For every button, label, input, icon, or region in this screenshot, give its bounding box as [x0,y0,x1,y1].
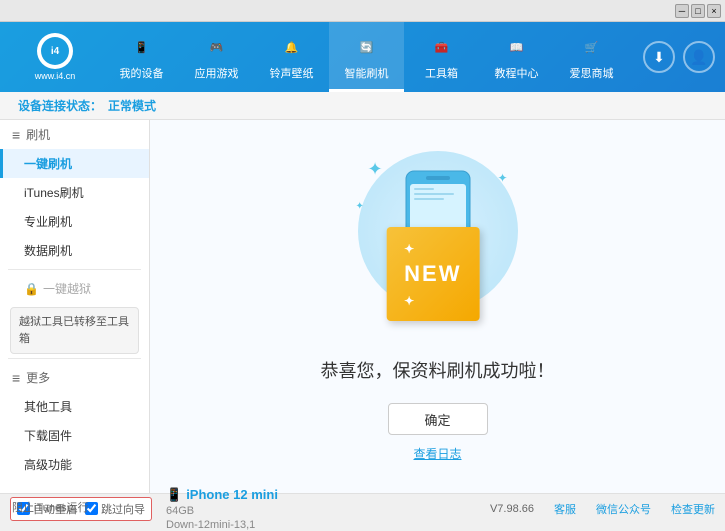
nav-label-mall: 爱思商城 [570,65,614,81]
status-value: 正常模式 [108,97,156,114]
lock-icon: 🔒 [24,282,39,296]
nav-icon-toolbox: 🧰 [428,33,456,61]
flash-icon: ≡ [12,127,20,143]
nav-label-wallpaper: 铃声壁纸 [270,65,314,81]
nav-label-app-game: 应用游戏 [195,65,239,81]
nav-icon-my-device: 📱 [128,33,156,61]
customer-service-link[interactable]: 客服 [554,501,576,517]
device-model: Down-12mini-13,1 [166,519,278,531]
version-text: V7.98.66 [490,503,534,515]
nav-icon-smart-flash: 🔄 [353,33,381,61]
nav-icon-app-game: 🎮 [203,33,231,61]
header: i4 www.i4.cn 📱 我的设备 🎮 应用游戏 🔔 铃声壁纸 🔄 智能刷机… [0,22,725,92]
more-section-label: 更多 [26,369,50,386]
jailbreak-info-text: 越狱工具已转移至工具箱 [19,316,129,345]
more-icon: ≡ [12,370,20,386]
nav-label-smart-flash: 智能刷机 [345,65,389,81]
jailbreak-label: 一键越狱 [43,280,91,297]
device-info-area: 📱 iPhone 12 mini 64GB Down-12mini-13,1 [166,487,278,531]
confirm-label: 确定 [424,410,450,429]
nav-icon-tutorial: 📖 [503,33,531,61]
window-controls[interactable]: ─ □ × [675,4,721,18]
new-badge: NEW [386,227,479,321]
confirm-button[interactable]: 确定 [388,403,488,435]
sidebar-item-one-click-flash[interactable]: 一键刷机 [0,149,149,178]
nav-label-tutorial: 教程中心 [495,65,539,81]
nav-item-my-device[interactable]: 📱 我的设备 [104,22,179,92]
nav-item-tutorial[interactable]: 📖 教程中心 [479,22,554,92]
nav-label-toolbox: 工具箱 [425,65,458,81]
phone-illustration: ✦ ✦ ✦ [348,151,528,341]
check-update-link[interactable]: 检查更新 [671,501,715,517]
sparkle-2: ✦ [497,171,507,185]
skip-wizard-label: 跳过向导 [101,501,145,517]
itunes-status: 阻止iTunes运行 [12,499,89,515]
nav-item-wallpaper[interactable]: 🔔 铃声壁纸 [254,22,329,92]
sparkle-1: ✦ [368,159,383,180]
close-button[interactable]: × [707,4,721,18]
jailbreak-info-box: 越狱工具已转移至工具箱 [10,307,139,354]
sidebar-divider-2 [8,358,141,359]
sidebar-divider-1 [8,269,141,270]
maximize-button[interactable]: □ [691,4,705,18]
nav-item-mall[interactable]: 🛒 爱思商城 [554,22,629,92]
sidebar-item-pro-flash[interactable]: 专业刷机 [0,207,149,236]
logo-area: i4 www.i4.cn [10,33,100,81]
device-storage: 64GB [166,505,278,517]
device-name-text: iPhone 12 mini [186,487,278,502]
minimize-button[interactable]: ─ [675,4,689,18]
success-card: ✦ ✦ ✦ [321,151,555,462]
status-bar: 设备连接状态： 正常模式 [0,92,725,120]
status-label: 设备连接状态： [18,97,102,114]
flash-section-label: 刷机 [26,126,50,143]
logo-subtitle: www.i4.cn [35,71,76,81]
bottom-right: V7.98.66 客服 微信公众号 检查更新 [490,501,715,517]
daily-link[interactable]: 查看日志 [413,445,461,462]
more-section-header[interactable]: ≡ 更多 [0,363,149,392]
jailbreak-section: 🔒 一键越狱 [0,274,149,303]
sidebar: ≡ 刷机 一键刷机 iTunes刷机 专业刷机 数据刷机 🔒 一键越狱 越狱工具… [0,120,150,493]
bottom-bar: 自动重启 跳过向导 📱 iPhone 12 mini 64GB Down-12m… [0,493,725,523]
flash-section: ≡ 刷机 一键刷机 iTunes刷机 专业刷机 数据刷机 [0,120,149,265]
sidebar-item-download-firmware[interactable]: 下载固件 [0,421,149,450]
nav-items: 📱 我的设备 🎮 应用游戏 🔔 铃声壁纸 🔄 智能刷机 🧰 工具箱 📖 教程中心… [100,22,633,92]
success-title: 恭喜您，保资料刷机成功啦！ [321,357,555,383]
download-button[interactable]: ⬇ [643,41,675,73]
header-right: ⬇ 👤 [643,41,715,73]
sidebar-item-advanced[interactable]: 高级功能 [0,450,149,479]
nav-item-smart-flash[interactable]: 🔄 智能刷机 [329,22,404,92]
skip-wizard-checkbox[interactable]: 跳过向导 [85,501,145,517]
phone-icon: 📱 [166,487,182,503]
main-content: ✦ ✦ ✦ [150,120,725,493]
sidebar-item-other-tools[interactable]: 其他工具 [0,392,149,421]
sidebar-item-itunes-flash[interactable]: iTunes刷机 [0,178,149,207]
sidebar-item-data-flash[interactable]: 数据刷机 [0,236,149,265]
nav-item-toolbox[interactable]: 🧰 工具箱 [404,22,479,92]
sparkle-3: ✦ [356,201,364,212]
wechat-public-link[interactable]: 微信公众号 [596,501,651,517]
title-bar: ─ □ × [0,0,725,22]
main-layout: ≡ 刷机 一键刷机 iTunes刷机 专业刷机 数据刷机 🔒 一键越狱 越狱工具… [0,120,725,493]
nav-icon-mall: 🛒 [578,33,606,61]
logo-inner: i4 [41,37,69,65]
device-name: 📱 iPhone 12 mini [166,487,278,503]
logo-circle: i4 [37,33,73,69]
nav-icon-wallpaper: 🔔 [278,33,306,61]
user-button[interactable]: 👤 [683,41,715,73]
nav-label-my-device: 我的设备 [120,65,164,81]
nav-item-app-game[interactable]: 🎮 应用游戏 [179,22,254,92]
flash-section-header[interactable]: ≡ 刷机 [0,120,149,149]
